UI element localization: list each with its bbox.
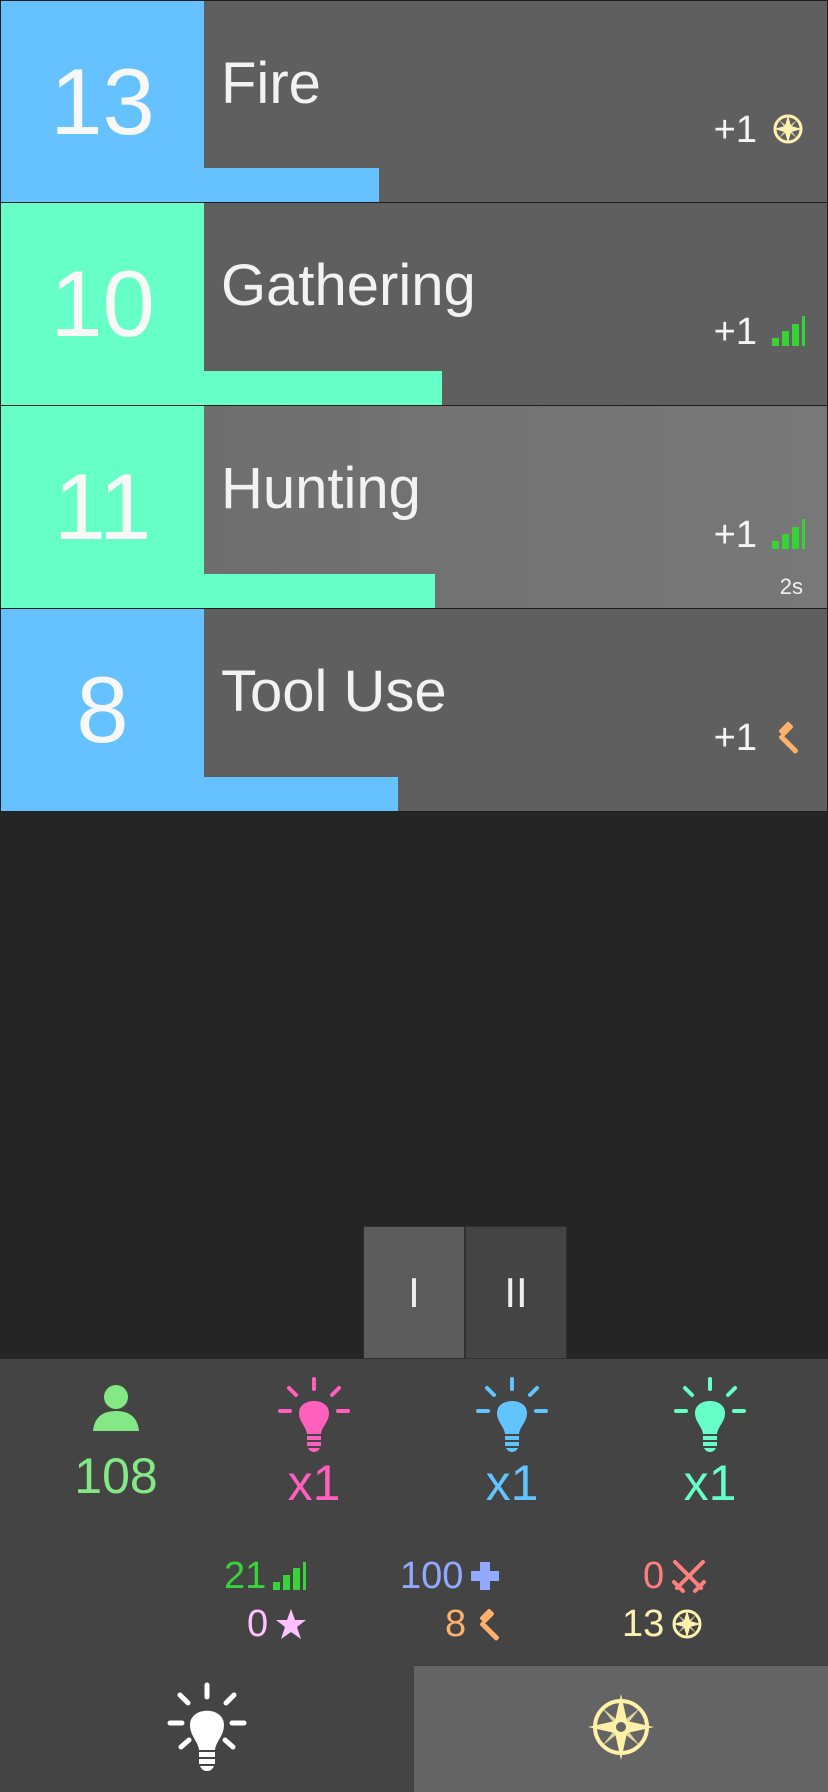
hammer-icon (771, 720, 805, 754)
skill-level-hunting: 11 (1, 406, 204, 608)
achievement-total-stat: 0 (247, 1605, 308, 1643)
combat-total-stat: 0 (643, 1557, 708, 1595)
tool-total-value: 8 (445, 1603, 467, 1645)
skill-progress-gathering (204, 371, 442, 405)
gathering-total-value: 21 (224, 1555, 267, 1597)
star-icon (274, 1607, 308, 1641)
lightbulb-icon (166, 1682, 248, 1777)
skill-progress-fire (204, 168, 379, 202)
hammer-icon (472, 1607, 506, 1641)
resource-stats-panel: 108 x1 x1 x1 21 100 0 0 8 13 (0, 1359, 828, 1666)
gathering-total-stat: 21 (224, 1555, 307, 1597)
idle-game-screen: 13 Fire +1 10 Gathering +1 11 Hunting +1… (0, 0, 828, 1792)
compass-icon (771, 112, 805, 146)
skill-row-tool-use[interactable]: 8 Tool Use +1 (0, 609, 828, 812)
lightbulb-icon (422, 1377, 602, 1453)
fire-total-stat: 13 (622, 1605, 704, 1643)
fire-total-value: 13 (622, 1603, 665, 1645)
skill-row-gathering[interactable]: 10 Gathering +1 (0, 203, 828, 406)
population-stat: 108 (26, 1377, 206, 1527)
skill-name-fire: Fire (221, 51, 321, 116)
pink-multiplier-value: x1 (287, 1455, 341, 1511)
ideas-tab[interactable] (0, 1666, 414, 1792)
multiplier-pink: x1 (224, 1377, 404, 1527)
population-value: 108 (74, 1448, 158, 1504)
signal-bars-icon (771, 517, 805, 551)
skill-timer-hunting: 2s (779, 574, 803, 599)
person-icon (26, 1377, 206, 1439)
skill-name-tool-use: Tool Use (221, 659, 447, 724)
compass-icon (670, 1607, 704, 1641)
skill-name-hunting: Hunting (221, 456, 421, 521)
crossed-swords-icon (670, 1557, 708, 1595)
skill-bonus-fire: +1 (713, 109, 757, 151)
tool-total-stat: 8 (445, 1605, 506, 1643)
lightbulb-icon (224, 1377, 404, 1453)
skill-row-hunting[interactable]: 11 Hunting +1 2s (0, 406, 828, 609)
skill-progress-tool-use (204, 777, 398, 811)
skill-level-fire: 13 (1, 1, 204, 202)
skill-bonus-tool-use: +1 (713, 717, 757, 759)
speed-controls: I II (363, 1226, 567, 1359)
speed-2x-button[interactable]: II (465, 1226, 567, 1359)
skill-level-gathering: 10 (1, 203, 204, 405)
lightbulb-icon (620, 1377, 800, 1453)
compass-icon (586, 1692, 656, 1767)
health-total-stat: 100 (400, 1557, 501, 1595)
multiplier-green: x1 (620, 1377, 800, 1527)
green-multiplier-value: x1 (683, 1455, 737, 1511)
achievement-total-value: 0 (247, 1603, 269, 1645)
blue-multiplier-value: x1 (485, 1455, 539, 1511)
skill-bonus-hunting: +1 (713, 514, 757, 556)
skill-list: 13 Fire +1 10 Gathering +1 11 Hunting +1… (0, 0, 828, 812)
speed-1x-button[interactable]: I (363, 1226, 465, 1359)
skill-level-tool-use: 8 (1, 609, 204, 811)
combat-total-value: 0 (643, 1555, 665, 1597)
skill-bonus-gathering: +1 (713, 311, 757, 353)
health-total-value: 100 (400, 1555, 464, 1597)
signal-bars-icon (771, 314, 805, 348)
explore-tab[interactable] (414, 1666, 828, 1792)
signal-bars-icon (272, 1561, 307, 1591)
skill-progress-hunting (204, 574, 435, 608)
plus-icon (469, 1560, 501, 1592)
skill-row-fire[interactable]: 13 Fire +1 (0, 0, 828, 203)
skill-name-gathering: Gathering (221, 253, 476, 318)
bottom-navigation (0, 1666, 828, 1792)
multiplier-blue: x1 (422, 1377, 602, 1527)
